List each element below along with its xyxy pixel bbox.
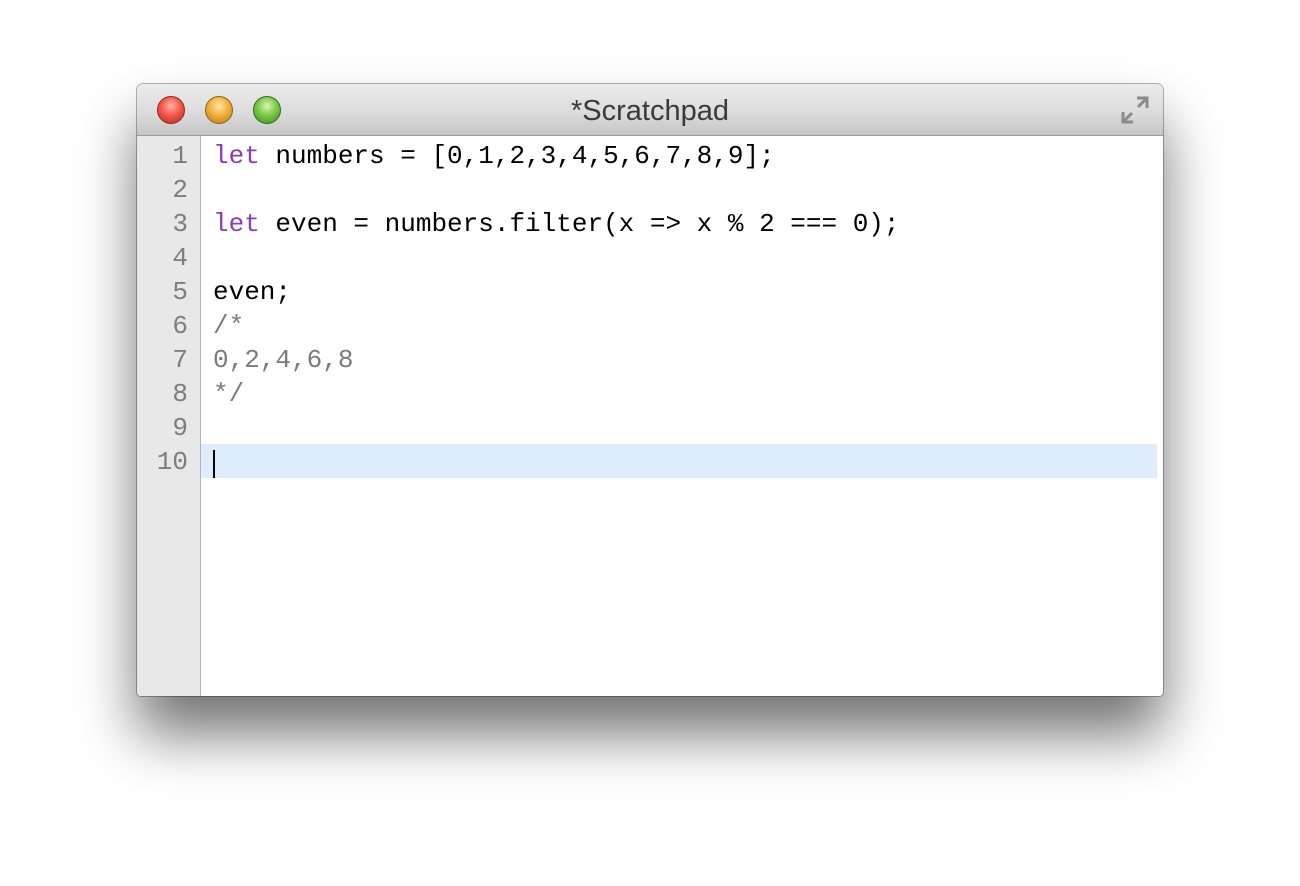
line-number: 10 [156, 447, 188, 477]
line-number: 9 [172, 413, 188, 443]
comment-text: */ [213, 379, 245, 409]
line-number: 6 [172, 311, 188, 341]
line-number: 4 [172, 243, 188, 273]
code-text: numbers = [0,1,2,3,4,5,6,7,8,9]; [259, 141, 775, 171]
code-text: even = numbers.filter(x => x % 2 === 0); [259, 209, 900, 239]
code-line[interactable]: */ [201, 376, 1157, 410]
text-caret [213, 450, 215, 478]
keyword-token: let [213, 209, 260, 239]
code-line[interactable] [201, 172, 1157, 206]
code-line[interactable]: 0,2,4,6,8 [201, 342, 1157, 376]
keyword-token: let [213, 141, 260, 171]
title-bar[interactable]: *Scratchpad [137, 84, 1163, 136]
scratchpad-window: *Scratchpad 1 2 3 4 5 6 7 8 9 10 let num… [137, 84, 1163, 696]
code-text: even; [213, 277, 292, 307]
line-number: 1 [172, 141, 188, 171]
code-line[interactable]: /* [201, 308, 1157, 342]
line-number: 3 [172, 209, 188, 239]
current-line-highlight[interactable] [201, 444, 1157, 478]
code-line[interactable]: let numbers = [0,1,2,3,4,5,6,7,8,9]; [201, 138, 1157, 172]
window-title: *Scratchpad [571, 95, 729, 127]
code-editor[interactable]: let numbers = [0,1,2,3,4,5,6,7,8,9]; let… [201, 136, 1163, 696]
code-line[interactable]: let even = numbers.filter(x => x % 2 ===… [201, 206, 1157, 240]
line-number: 2 [172, 175, 188, 205]
line-number-gutter: 1 2 3 4 5 6 7 8 9 10 [137, 136, 201, 696]
code-line[interactable] [201, 410, 1157, 444]
comment-text: 0,2,4,6,8 [213, 345, 354, 375]
code-line[interactable]: even; [201, 274, 1157, 308]
line-number: 8 [172, 379, 188, 409]
code-line[interactable] [201, 240, 1157, 274]
line-number: 5 [172, 277, 188, 307]
line-number: 7 [172, 345, 188, 375]
comment-text: /* [213, 311, 245, 341]
fullscreen-arrows-icon[interactable] [1117, 92, 1153, 128]
